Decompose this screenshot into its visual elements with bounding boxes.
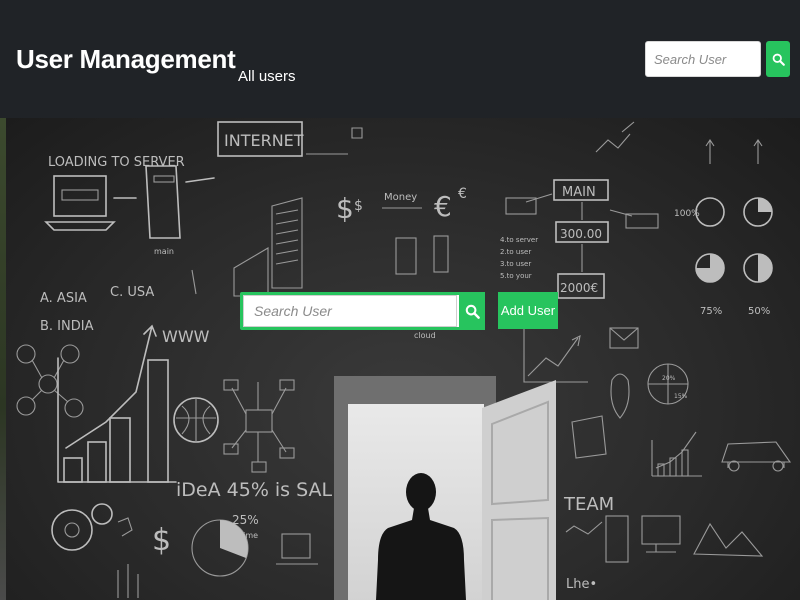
navbar: User Management All users: [0, 0, 800, 118]
hero-search-group: [240, 292, 485, 330]
svg-text:$: $: [152, 523, 171, 558]
chalk-pct-25: 25%: [232, 513, 259, 527]
svg-text:Lhe•: Lhe•: [566, 577, 597, 592]
open-door-leaf: [482, 380, 556, 600]
svg-text:20%: 20%: [662, 375, 676, 382]
svg-text:main: main: [154, 247, 174, 256]
chalk-pct-75: 75%: [700, 306, 722, 317]
chalk-asia-text: A. ASIA: [40, 291, 87, 306]
chalk-pct-50: 50%: [748, 306, 770, 317]
chalk-loading-text: LOADING TO SERVER: [48, 155, 185, 170]
svg-text:$: $: [336, 192, 354, 225]
chalk-idea-text: iDeA 45% is SALE!: [176, 479, 352, 501]
search-icon: [772, 53, 785, 66]
nav-link-all-users[interactable]: All users: [238, 68, 296, 85]
chalk-usa-text: C. USA: [110, 285, 154, 300]
chalk-internet-text: INTERNET: [224, 131, 304, 150]
chalk-india-text: B. INDIA: [40, 319, 94, 334]
chalk-year-value: 2000€: [560, 281, 598, 295]
app-brand-title[interactable]: User Management: [16, 44, 236, 75]
svg-text:€: €: [434, 190, 452, 223]
svg-text:2.to user: 2.to user: [500, 248, 531, 256]
hero-chalkboard-background: LOADING TO SERVER main INTERNET $ $ Mone…: [6, 118, 800, 600]
person-silhouette: [376, 473, 466, 600]
svg-text:5.to your: 5.to your: [500, 272, 532, 280]
hero-search-button[interactable]: [459, 292, 485, 330]
hero-search-input[interactable]: [243, 295, 457, 327]
svg-text:15%: 15%: [674, 393, 688, 400]
header-search-input[interactable]: [645, 41, 761, 77]
chalk-main-value: 300.00: [560, 227, 602, 241]
chalk-www-text: WWW: [162, 327, 210, 346]
svg-text:€: €: [458, 186, 467, 202]
add-user-button[interactable]: Add User: [498, 292, 558, 329]
chalk-team-text: TEAM: [563, 494, 614, 515]
svg-text:3.to user: 3.to user: [500, 260, 531, 268]
chalk-cloud-text: cloud: [414, 331, 436, 340]
chalk-main-text: MAIN: [562, 185, 596, 200]
svg-text:$: $: [354, 198, 363, 214]
chalk-money-text: Money: [384, 192, 417, 203]
search-icon: [465, 304, 480, 319]
chalk-time-text: time: [240, 531, 258, 540]
svg-text:4.to server: 4.to server: [500, 236, 538, 244]
chalk-pct-100: 100%: [674, 209, 700, 219]
header-search-button[interactable]: [766, 41, 790, 77]
